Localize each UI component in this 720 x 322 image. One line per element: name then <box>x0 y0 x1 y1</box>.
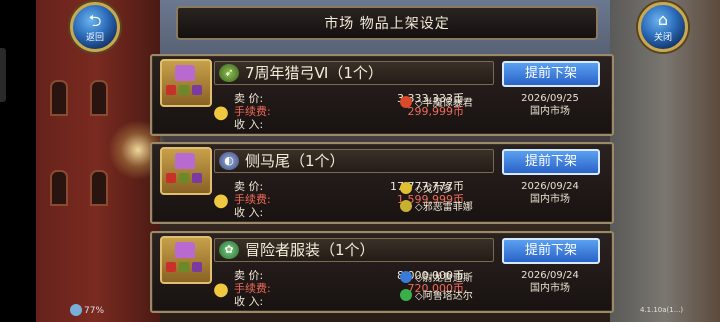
monster-icon <box>400 182 412 194</box>
market-stall-icon <box>160 59 212 107</box>
back-label: 返回 <box>85 33 104 43</box>
market-stall-icon <box>160 236 212 284</box>
close-label: 关闭 <box>653 33 672 43</box>
bow-icon: ➶ <box>219 64 239 82</box>
side-handle[interactable] <box>0 48 6 102</box>
back-button[interactable]: ⮌ 返回 <box>64 2 120 52</box>
item-name: 冒险者服装（1个） <box>245 241 375 259</box>
monster-icon <box>400 289 412 301</box>
coins-icon: ● <box>213 102 229 123</box>
coins-icon: ● <box>213 279 229 300</box>
outfit-icon: ✿ <box>219 241 239 259</box>
item-name: 7周年猎弓Ⅵ（1个） <box>245 64 383 82</box>
listing-date: 2026/09/24 国内市场 <box>510 180 590 206</box>
status-icon <box>70 304 82 316</box>
version-text: 4.1.10a(1...) <box>640 306 684 314</box>
listing-date: 2026/09/24 国内市场 <box>510 269 590 295</box>
hair-icon: ◐ <box>219 152 239 170</box>
item-name-bar: ➶ 7周年猎弓Ⅵ（1个） <box>214 61 494 85</box>
buyer-entry: ◇尉龙鲁迪斯 <box>400 271 473 286</box>
delist-early-button[interactable]: 提前下架 <box>502 61 600 87</box>
battery-indicator: 77% <box>70 304 104 316</box>
market-name: 国内市场 <box>530 283 570 294</box>
delist-early-button[interactable]: 提前下架 <box>502 238 600 264</box>
home-icon: ⌂ <box>657 10 669 29</box>
monster-icon <box>400 200 412 212</box>
item-name: 侧马尾（1个） <box>245 152 345 170</box>
market-name: 国内市场 <box>530 106 570 117</box>
item-name-bar: ✿ 冒险者服装（1个） <box>214 238 494 262</box>
listing-date: 2026/09/25 国内市场 <box>510 92 590 118</box>
market-name: 国内市场 <box>530 194 570 205</box>
coins-icon: ● <box>213 190 229 211</box>
item-name-bar: ◐ 侧马尾（1个） <box>214 149 494 173</box>
listing-row: ● ➶ 7周年猎弓Ⅵ（1个） 提前下架 卖 价: 3,333,333币 手续费: … <box>150 54 614 136</box>
delist-early-button[interactable]: 提前下架 <box>502 149 600 175</box>
buyer-entry: ◇阿鲁塔达尔 <box>400 289 473 304</box>
buyer-entry: ◇半魔像暴君 <box>400 96 473 111</box>
buyer-entry: ◇邪恶雷菲娜 <box>400 200 473 215</box>
close-button[interactable]: ⌂ 关闭 <box>632 2 688 52</box>
monster-icon <box>400 271 412 283</box>
market-stall-icon <box>160 147 212 195</box>
page-title: 市场 物品上架设定 <box>176 6 598 40</box>
monster-icon <box>400 96 412 108</box>
buyer-entry: ◇戈尔多 <box>400 182 453 197</box>
listing-row: ● ◐ 侧马尾（1个） 提前下架 卖 价: 17,777,777币 手续费: 1,… <box>150 142 614 224</box>
listing-row: ● ✿ 冒险者服装（1个） 提前下架 卖 价: 8,000,000币 手续费: 7… <box>150 231 614 313</box>
